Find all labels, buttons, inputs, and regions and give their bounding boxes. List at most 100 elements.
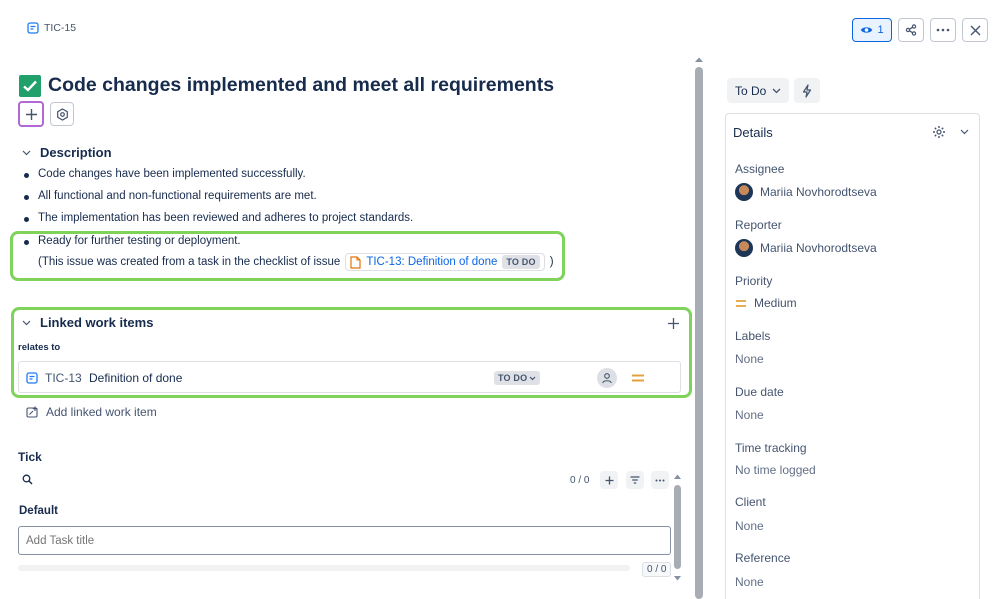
assignee-label: Assignee xyxy=(735,162,785,176)
status-label: To Do xyxy=(735,83,767,98)
apps-icon xyxy=(56,107,68,121)
reporter-avatar xyxy=(735,239,753,257)
chevron-down-icon xyxy=(22,150,31,155)
linked-items-toggle[interactable]: Linked work items xyxy=(22,315,153,330)
description-item: Code changes have been implemented succe… xyxy=(38,168,306,180)
description-toggle[interactable]: Description xyxy=(22,145,112,160)
issue-title[interactable]: Code changes implemented and meet all re… xyxy=(48,74,554,97)
description-item: The implementation has been reviewed and… xyxy=(38,212,414,224)
chevron-down-icon xyxy=(772,88,781,93)
apps-button[interactable] xyxy=(50,102,74,126)
description-heading: Description xyxy=(40,145,112,160)
issue-key-label: TIC-15 xyxy=(44,22,77,34)
status-dropdown[interactable]: To Do xyxy=(727,78,790,103)
gear-icon[interactable] xyxy=(932,125,946,139)
assignee-value[interactable]: Mariia Novhorodtseva xyxy=(760,185,877,199)
task-title-input[interactable] xyxy=(18,526,671,555)
done-checkbox-icon xyxy=(19,75,41,97)
add-link-icon xyxy=(26,406,38,418)
automation-button[interactable] xyxy=(794,78,820,103)
tick-more-button[interactable] xyxy=(651,471,669,489)
more-icon xyxy=(655,479,665,481)
labels-label: Labels xyxy=(735,329,771,343)
share-button[interactable] xyxy=(898,18,924,42)
filter-icon xyxy=(630,476,640,484)
priority-medium-icon xyxy=(736,300,746,307)
time-tracking-label: Time tracking xyxy=(735,441,807,455)
chevron-down-icon xyxy=(22,320,31,325)
tick-filter-button[interactable] xyxy=(626,471,644,489)
more-actions-button[interactable] xyxy=(930,18,956,42)
scroll-up-arrow-icon[interactable] xyxy=(673,473,682,480)
eye-icon xyxy=(861,27,873,33)
linked-item-title[interactable]: Definition of done xyxy=(89,371,182,385)
tick-scrollbar-thumb[interactable] xyxy=(674,485,681,569)
linked-item-key[interactable]: TIC-13 xyxy=(45,371,82,385)
assignee-avatar xyxy=(735,183,753,201)
due-date-value[interactable]: None xyxy=(735,408,764,422)
priority-label: Priority xyxy=(735,274,773,288)
tick-heading: Tick xyxy=(18,450,42,464)
note-prefix: (This issue was created from a task in t… xyxy=(38,256,341,268)
time-tracking-value[interactable]: No time logged xyxy=(735,463,816,477)
due-date-label: Due date xyxy=(735,385,784,399)
description-note: (This issue was created from a task in t… xyxy=(38,253,554,271)
issue-inline-link[interactable]: TIC-13: Definition of done TO DO xyxy=(345,253,545,271)
task-type-icon xyxy=(27,22,39,34)
document-icon xyxy=(350,255,361,269)
reporter-value[interactable]: Mariia Novhorodtseva xyxy=(760,241,877,255)
priority-medium-icon xyxy=(632,374,644,382)
note-status-lozenge: TO DO xyxy=(502,255,540,269)
tick-scrollbar[interactable] xyxy=(673,473,682,583)
bullet-dot xyxy=(24,195,29,200)
note-link-text: TIC-13: Definition of done xyxy=(366,256,498,268)
close-icon xyxy=(970,25,980,35)
add-linked-item-label: Add linked work item xyxy=(46,405,157,419)
main-scrollbar-thumb[interactable] xyxy=(695,67,703,599)
reference-value[interactable]: None xyxy=(735,575,764,589)
tick-count: 0 / 0 xyxy=(570,475,590,486)
reporter-label: Reporter xyxy=(735,218,782,232)
issue-key-breadcrumb[interactable]: TIC-15 xyxy=(27,22,76,34)
chevron-down-icon xyxy=(529,376,536,380)
client-value[interactable]: None xyxy=(735,519,764,533)
labels-value[interactable]: None xyxy=(735,352,764,366)
main-scrollbar[interactable] xyxy=(694,56,704,599)
plus-icon xyxy=(25,108,37,120)
details-heading[interactable]: Details xyxy=(733,125,773,140)
search-icon[interactable] xyxy=(22,474,33,485)
linked-item-row[interactable]: TIC-13 Definition of done TO DO xyxy=(18,361,681,393)
person-icon xyxy=(602,373,612,384)
reference-label: Reference xyxy=(735,551,791,565)
priority-value[interactable]: Medium xyxy=(754,296,797,310)
lightning-icon xyxy=(802,83,812,98)
tick-progress-label: 0 / 0 xyxy=(642,562,672,577)
more-icon xyxy=(936,28,950,32)
unassigned-avatar[interactable] xyxy=(597,368,617,388)
plus-icon xyxy=(667,317,679,329)
add-link-button[interactable] xyxy=(665,315,681,331)
linked-items-heading: Linked work items xyxy=(40,315,154,330)
relation-label: relates to xyxy=(18,342,61,353)
watch-button[interactable]: 1 xyxy=(852,18,892,42)
task-type-icon xyxy=(26,372,38,384)
tick-add-button[interactable] xyxy=(600,471,618,489)
add-linked-item-button[interactable]: Add linked work item xyxy=(26,405,157,419)
close-button[interactable] xyxy=(962,18,988,42)
watch-count: 1 xyxy=(877,24,884,36)
note-suffix: ) xyxy=(549,256,554,268)
linked-item-status: TO DO xyxy=(498,373,528,383)
scroll-up-arrow-icon[interactable] xyxy=(694,56,704,63)
tick-progress-bar xyxy=(18,565,630,571)
description-item: All functional and non-functional requir… xyxy=(38,190,317,202)
description-item: Ready for further testing or deployment. xyxy=(38,235,241,247)
linked-item-status-dropdown[interactable]: TO DO xyxy=(494,371,541,385)
chevron-down-icon[interactable] xyxy=(960,129,969,135)
add-button[interactable] xyxy=(18,101,44,127)
bullet-dot xyxy=(24,240,29,245)
details-panel: Details Assignee Mariia Novhorodtseva Re… xyxy=(725,113,980,599)
client-label: Client xyxy=(735,495,766,509)
share-icon xyxy=(905,24,917,36)
scroll-down-arrow-icon[interactable] xyxy=(673,575,682,582)
plus-icon xyxy=(605,476,613,484)
